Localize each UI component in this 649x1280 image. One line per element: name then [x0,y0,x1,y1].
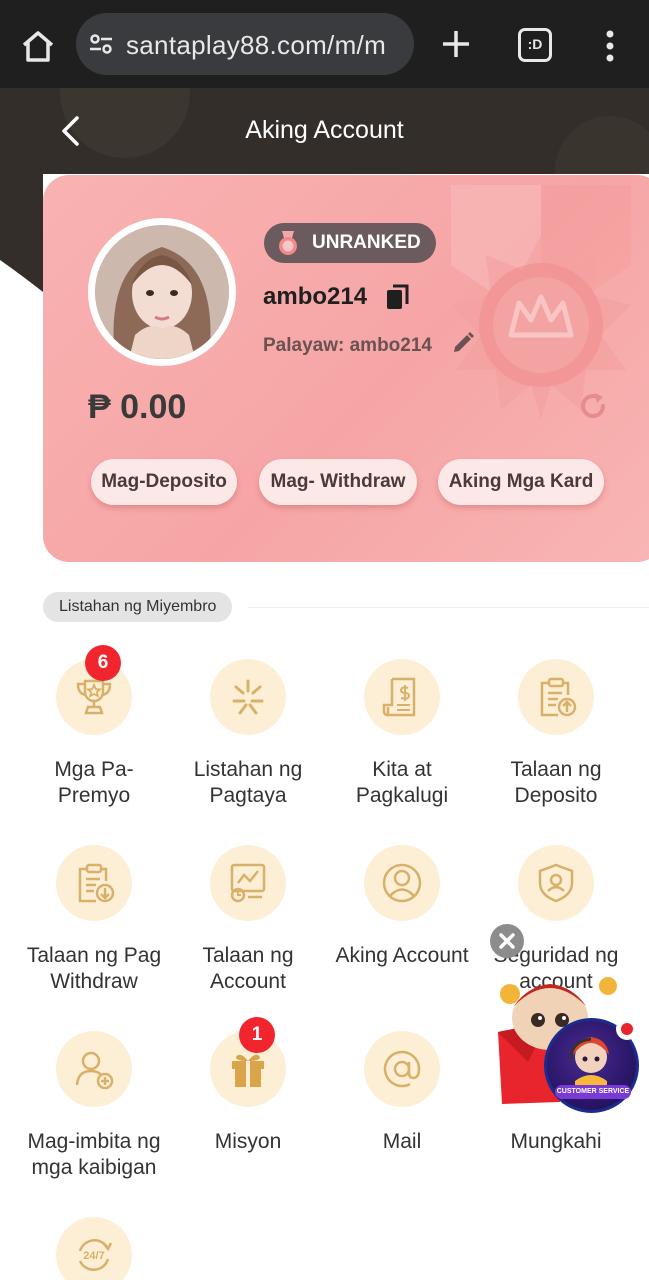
at-sign-icon [383,1050,421,1088]
customer-service-widget[interactable]: CUSTOMER SERVICE [488,922,649,1117]
support-24-7-icon: 24/7 [78,1239,113,1271]
avatar-illustration [95,225,229,359]
avatar-image [95,225,229,359]
menu-item-label: Mail [382,1130,422,1153]
shield-user-icon [538,863,574,903]
icon-bg: 24/7 [56,1217,132,1280]
url-text: santaplay88.com/m/m [126,30,387,60]
balance-amount: ₱ 0.00 [88,388,187,426]
menu-item-label: Mungkahi [510,1130,602,1153]
add-user-icon [75,1051,114,1090]
nickname: Palayaw: ambo214 [263,335,432,356]
monitor-chart-icon [230,863,266,903]
gift-icon [232,1054,264,1087]
menu-item-label: Talaan ng Pag Withdraw [26,944,162,993]
medal-watermark-icon [451,185,631,420]
site-settings-icon[interactable] [88,31,114,57]
edit-pencil-icon[interactable] [451,331,475,355]
clipboard-download-icon [78,863,115,903]
new-tab-icon[interactable] [438,26,474,62]
icon-bg [210,845,286,921]
copy-icon[interactable] [385,283,411,311]
avatar[interactable] [88,218,236,366]
icon-bg [56,845,132,921]
bet-sparkle-icon [232,679,264,715]
menu-item-label: Kita at Pagkalugi [355,758,449,807]
home-icon[interactable] [18,26,58,66]
menu-item-label: Talaan ng Account [202,944,294,993]
section-title: Listahan ng Miyembro [43,592,233,622]
notification-badge: 6 [85,645,121,681]
svg-text:24/7: 24/7 [83,1250,104,1262]
deposit-button[interactable]: Mag-Deposito [91,459,237,505]
profile-card: UNRANKED ambo214 Palayaw: ambo214 ₱ 0.00… [43,175,649,562]
icon-bg [210,659,286,735]
icon-bg [518,845,594,921]
clipboard-upload-icon [540,677,577,717]
icon-bg [56,1031,132,1107]
username: ambo214 [263,283,368,310]
address-bar[interactable]: santaplay88.com/m/m [76,13,414,75]
app-header: Aking Account [0,88,649,174]
status-dot-icon [616,1018,638,1040]
browser-toolbar: santaplay88.com/m/m :D [0,0,649,88]
customer-service-label: CUSTOMER SERVICE [555,1085,631,1099]
page-title: Aking Account [245,116,404,144]
icon-bg [364,845,440,921]
receipt-dollar-icon [382,677,416,717]
rank-badge: UNRANKED [264,223,436,263]
menu-item-label: Talaan ng Deposito [510,758,602,807]
close-icon [499,933,515,949]
icon-bg [364,659,440,735]
menu-item-label: Mga Pa- Premyo [54,758,134,807]
menu-item-label: Listahan ng Pagtaya [193,758,303,807]
rank-medal-icon [279,231,297,255]
close-widget-button[interactable] [490,924,524,958]
withdraw-button[interactable]: Mag- Withdraw [259,459,417,505]
refresh-icon[interactable] [577,390,609,422]
icon-bg [518,659,594,735]
menu-item-label: Mag-imbita ng mga kaibigan [27,1130,161,1179]
my-cards-button[interactable]: Aking Mga Kard [438,459,604,505]
tab-switcher-button[interactable]: :D [518,28,552,62]
divider [248,607,649,608]
menu-item-label: Aking Account [335,944,469,967]
user-circle-icon [382,863,422,903]
rank-label: UNRANKED [312,232,421,253]
menu-item-label: Misyon [214,1130,282,1153]
more-menu-icon[interactable] [600,26,620,66]
icon-bg [364,1031,440,1107]
trophy-icon [76,679,112,715]
notification-badge: 1 [239,1017,275,1053]
